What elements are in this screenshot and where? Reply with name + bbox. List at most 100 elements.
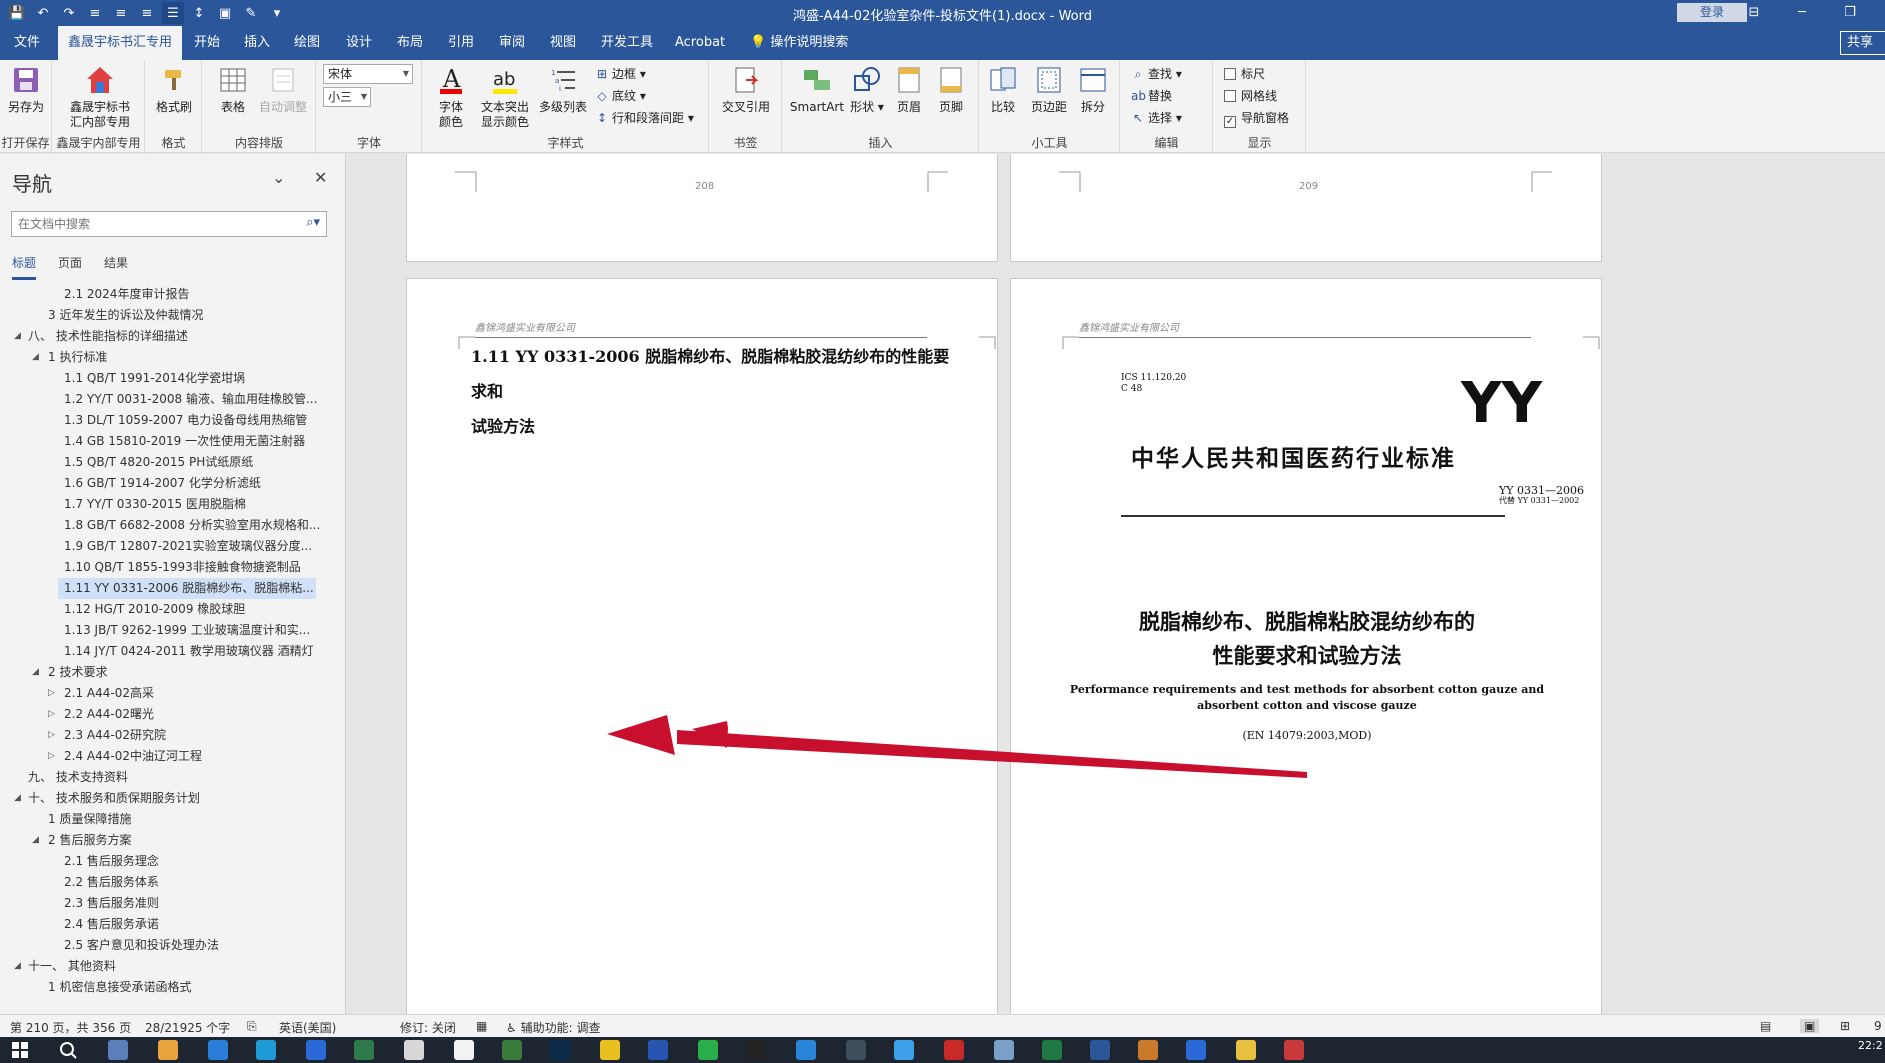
qq-icon[interactable] [746, 1040, 766, 1060]
nav-heading-item[interactable]: 1 质量保障措施 [0, 809, 345, 830]
app-icon[interactable] [796, 1040, 816, 1060]
status-page[interactable]: 第 210 页，共 356 页 [10, 1019, 131, 1036]
border-button[interactable]: ⊞ 边框 ▾ [595, 64, 646, 84]
minimize-icon[interactable]: ─ [1782, 2, 1822, 24]
print-layout-icon[interactable]: ▣ [1800, 1019, 1820, 1033]
tab-xsy[interactable]: 鑫晟宇标书汇专用 [58, 26, 183, 60]
app-icon[interactable] [648, 1040, 668, 1060]
nav-tab-pages[interactable]: 页面 [58, 254, 82, 280]
nav-heading-item[interactable]: ◢ 2 技术要求 [0, 662, 345, 683]
smartart-button[interactable]: SmartArt [787, 64, 847, 115]
nav-heading-item[interactable]: 1.4 GB 15810-2019 一次性使用无菌注射器 [0, 431, 345, 452]
auto-adjust-button[interactable]: 自动调整 [257, 64, 309, 115]
acrobat-icon[interactable] [944, 1040, 964, 1060]
app-icon[interactable] [306, 1040, 326, 1060]
nav-heading-item[interactable]: 1.5 QB/T 4820-2015 PH试纸原纸 [0, 452, 345, 473]
nav-tab-results[interactable]: 结果 [104, 254, 128, 280]
replace-button[interactable]: ab 替换 [1131, 86, 1172, 106]
status-track-changes[interactable]: 修订: 关闭 [400, 1019, 456, 1036]
ribbon-display-icon[interactable]: ⊟ [1734, 2, 1774, 24]
tab-references[interactable]: 引用 [438, 26, 484, 60]
nav-heading-item[interactable]: 2.1 2024年度审计报告 [0, 284, 345, 305]
photoshop-icon[interactable] [550, 1040, 570, 1060]
nav-heading-item[interactable]: 3 近年发生的诉讼及仲裁情况 [0, 305, 345, 326]
nav-heading-item[interactable]: 1.1 QB/T 1991-2014化学瓷坩埚 [0, 368, 345, 389]
app-icon[interactable] [1186, 1040, 1206, 1060]
font-color-button[interactable]: A 字体颜色 [431, 64, 471, 130]
nav-search-input[interactable] [12, 212, 292, 236]
tab-draw[interactable]: 绘图 [284, 26, 330, 60]
cross-reference-button[interactable]: 交叉引用 [720, 64, 772, 115]
tab-insert[interactable]: 插入 [234, 26, 280, 60]
save-as-button[interactable]: 另存为 [0, 64, 52, 115]
table-button[interactable]: 表格 [207, 64, 259, 115]
nav-pane-checkbox[interactable]: ✓ 导航窗格 [1224, 108, 1289, 128]
nav-heading-item[interactable]: ◢ 1 执行标准 [0, 347, 345, 368]
tell-me-search[interactable]: 💡 操作说明搜索 [740, 26, 858, 60]
xsy-button[interactable]: 鑫晟宇标书汇内部专用 [65, 64, 135, 130]
nav-heading-item[interactable]: 1.8 GB/T 6682-2008 分析实验室用水规格和... [0, 515, 345, 536]
find-button[interactable]: ⌕ 查找 ▾ [1131, 64, 1182, 84]
nav-heading-item[interactable]: ◢ 2 售后服务方案 [0, 830, 345, 851]
collapse-icon[interactable]: ◢ [14, 326, 21, 347]
nav-heading-item[interactable]: 九、 技术支持资料 [0, 767, 345, 788]
nav-tab-headings[interactable]: 标题 [12, 254, 37, 280]
nav-heading-item[interactable]: ▷ 2.3 A44-02研究院 [0, 725, 345, 746]
nav-heading-item[interactable]: 2.4 售后服务承诺 [0, 914, 345, 935]
app-icon[interactable] [354, 1040, 374, 1060]
nav-heading-item[interactable]: 1.7 YY/T 0330-2015 医用脱脂棉 [0, 494, 345, 515]
tab-design[interactable]: 设计 [336, 26, 382, 60]
format-painter-button[interactable]: 格式刷 [148, 64, 200, 115]
search-icon[interactable] [58, 1040, 78, 1060]
nav-heading-item[interactable]: ◢ 八、 技术性能指标的详细描述 [0, 326, 345, 347]
tab-layout[interactable]: 布局 [387, 26, 433, 60]
ruler-checkbox[interactable]: 标尺 [1224, 64, 1265, 84]
app-icon[interactable] [208, 1040, 228, 1060]
status-words[interactable]: 28/21925 个字 [145, 1019, 230, 1036]
status-language[interactable]: 英语(美国) [279, 1019, 336, 1036]
collapse-icon[interactable]: ◢ [32, 347, 39, 368]
nav-heading-item[interactable]: 1.13 JB/T 9262-1999 工业玻璃温度计和实... [0, 620, 345, 641]
compare-button[interactable]: 比较 [982, 64, 1024, 115]
nav-heading-item[interactable]: 2.5 客户意见和投诉处理办法 [0, 935, 345, 956]
margins-button[interactable]: 页边距 [1026, 64, 1072, 115]
shading-button[interactable]: ◇ 底纹 ▾ [595, 86, 645, 106]
select-button[interactable]: ↖ 选择 ▾ [1131, 108, 1182, 128]
app-icon[interactable] [846, 1040, 866, 1060]
expand-icon[interactable]: ▷ [48, 704, 55, 725]
highlight-button[interactable]: ab 文本突出显示颜色 [475, 64, 535, 130]
gridlines-checkbox[interactable]: 网格线 [1224, 86, 1277, 106]
nav-heading-item[interactable]: ◢ 十一、 其他资料 [0, 956, 345, 977]
tab-acrobat[interactable]: Acrobat [665, 26, 735, 60]
nav-heading-item[interactable]: ▷ 2.4 A44-02中油辽河工程 [0, 746, 345, 767]
folder-icon[interactable] [1236, 1040, 1256, 1060]
multilevel-list-button[interactable]: 1ai 多级列表 [537, 64, 589, 115]
file-icon[interactable] [454, 1040, 474, 1060]
wechat-icon[interactable] [698, 1040, 718, 1060]
windows-start-icon[interactable] [10, 1040, 30, 1060]
expand-icon[interactable]: ▷ [48, 725, 55, 746]
calculator-icon[interactable] [108, 1040, 128, 1060]
app-icon[interactable] [502, 1040, 522, 1060]
tab-developer[interactable]: 开发工具 [591, 26, 663, 60]
app-icon[interactable] [404, 1040, 424, 1060]
zoom-level[interactable]: 9 [1874, 1019, 1882, 1033]
web-layout-icon[interactable]: ⊞ [1840, 1019, 1850, 1033]
nav-options-icon[interactable]: ⌄ [272, 168, 285, 187]
nav-heading-item[interactable]: 1.6 GB/T 1914-2007 化学分析滤纸 [0, 473, 345, 494]
nav-heading-item[interactable]: 2.3 售后服务准则 [0, 893, 345, 914]
app-icon[interactable] [158, 1040, 178, 1060]
proofing-icon[interactable]: ⎘ [247, 1019, 257, 1034]
read-mode-icon[interactable]: ▤ [1760, 1019, 1771, 1033]
app-icon[interactable] [1138, 1040, 1158, 1060]
nav-heading-item[interactable]: 1.12 HG/T 2010-2009 橡胶球胆 [0, 599, 345, 620]
nav-heading-item[interactable]: 2.1 售后服务理念 [0, 851, 345, 872]
app-icon[interactable] [256, 1040, 276, 1060]
nav-search-field[interactable]: ⌕▾ [11, 211, 327, 237]
app-icon[interactable] [994, 1040, 1014, 1060]
app-icon[interactable] [1284, 1040, 1304, 1060]
nav-heading-item[interactable]: 1.3 DL/T 1059-2007 电力设备母线用热缩管 [0, 410, 345, 431]
restore-icon[interactable]: ❐ [1830, 2, 1870, 24]
share-button[interactable]: 共享 [1840, 31, 1885, 55]
header-button[interactable]: 页眉 [889, 64, 929, 115]
